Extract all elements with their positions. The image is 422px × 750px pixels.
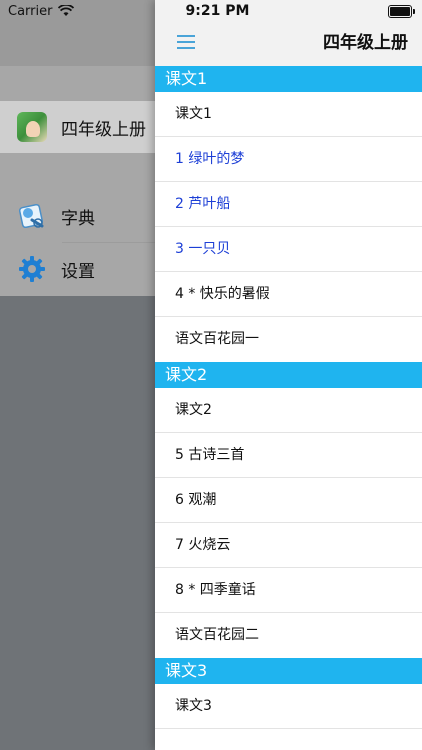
battery-icon [388, 5, 415, 18]
status-bar-left: Carrier [8, 0, 75, 22]
sidebar-item-grade4-vol1[interactable]: 四年级上册 [0, 101, 155, 153]
list-item[interactable]: 1 绿叶的梦 [155, 137, 422, 182]
list-item[interactable]: 7 火烧云 [155, 523, 422, 568]
sidebar-item-dictionary[interactable]: 字典 [0, 190, 155, 242]
menu-icon[interactable] [177, 35, 197, 51]
section-header: 课文3 [155, 658, 422, 684]
book-cover-thumbnail [17, 112, 47, 142]
navigation-bar: 9:21 PM 四年级上册 [155, 0, 422, 66]
list-item[interactable]: 课文1 [155, 92, 422, 137]
list-item[interactable]: 6 观潮 [155, 478, 422, 523]
carrier-label: Carrier [8, 3, 53, 19]
gear-icon [17, 254, 47, 284]
lesson-list: 课文1 课文1 1 绿叶的梦 2 芦叶船 3 一只贝 4 * 快乐的暑假 语文百… [155, 66, 422, 729]
sidebar-item-settings[interactable]: 设置 [0, 243, 155, 295]
sidebar-item-label: 字典 [61, 208, 95, 229]
section-header: 课文1 [155, 66, 422, 92]
dictionary-icon [17, 201, 47, 231]
section-header: 课文2 [155, 362, 422, 388]
list-item[interactable]: 2 芦叶船 [155, 182, 422, 227]
list-item[interactable]: 课文2 [155, 388, 422, 433]
content-panel: 9:21 PM 四年级上册 课文1 课文1 1 绿叶的梦 2 芦叶船 3 一只贝… [155, 0, 422, 750]
list-item[interactable]: 课文3 [155, 684, 422, 729]
list-item[interactable]: 3 一只贝 [155, 227, 422, 272]
wifi-icon [58, 5, 75, 17]
list-item[interactable]: 语文百花园一 [155, 317, 422, 362]
list-item[interactable]: 语文百花园二 [155, 613, 422, 658]
list-item[interactable]: 4 * 快乐的暑假 [155, 272, 422, 317]
status-time: 9:21 PM [185, 3, 250, 19]
page-title: 四年级上册 [323, 33, 408, 53]
list-item[interactable]: 5 古诗三首 [155, 433, 422, 478]
list-item[interactable]: 8 * 四季童话 [155, 568, 422, 613]
sidebar-item-label: 四年级上册 [61, 119, 146, 140]
sidebar-item-label: 设置 [61, 261, 95, 282]
